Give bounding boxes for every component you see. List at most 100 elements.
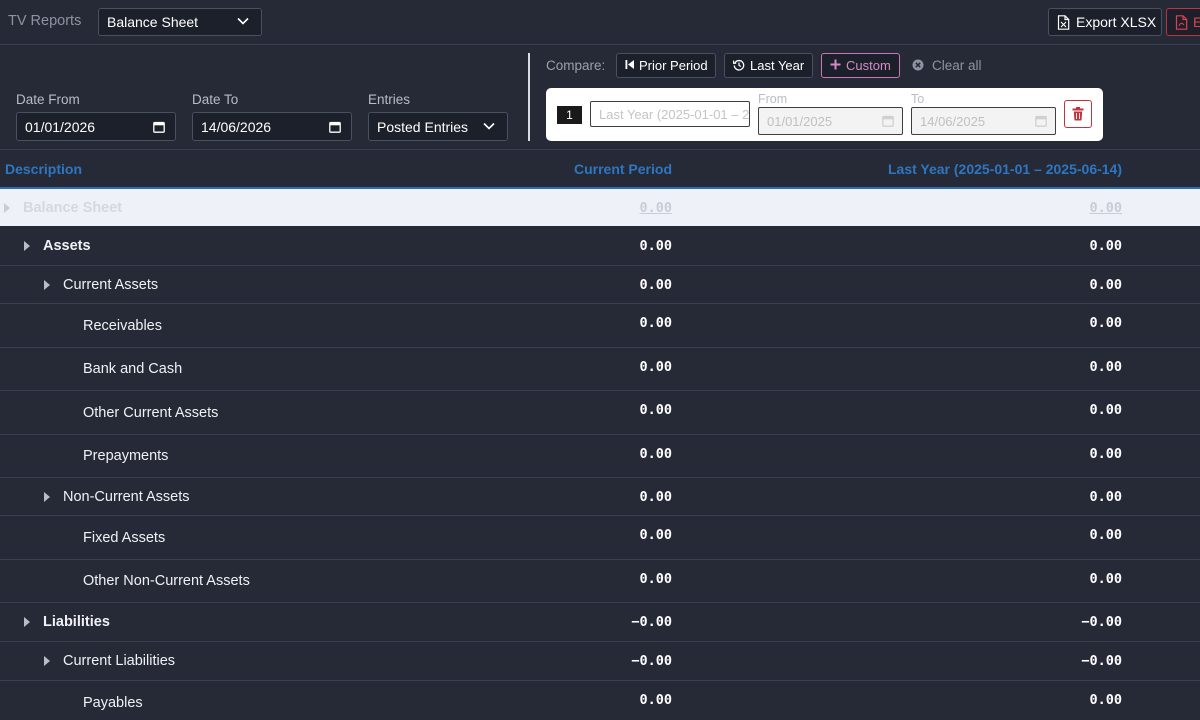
compare-period-value[interactable]: 0.00: [1002, 527, 1122, 543]
current-period-value[interactable]: 0.00: [552, 571, 672, 587]
export-pdf-label: E: [1193, 14, 1200, 30]
table-row[interactable]: Current Liabilities −0.00 −0.00: [0, 642, 1200, 681]
row-label: Prepayments: [83, 448, 169, 464]
table-header: Description Current Period Last Year (20…: [0, 150, 1200, 189]
table-row[interactable]: Prepayments 0.00 0.00: [0, 435, 1200, 478]
last-year-label: Last Year: [750, 58, 805, 73]
compare-period-value[interactable]: −0.00: [1002, 614, 1122, 630]
calendar-icon: [153, 121, 165, 133]
compare-to-label: To: [911, 92, 925, 106]
expand-caret-icon[interactable]: [44, 656, 50, 666]
table-row[interactable]: Payables 0.00 0.00: [0, 681, 1200, 720]
compare-period-value[interactable]: 0.00: [1002, 200, 1122, 216]
trash-icon: [1072, 107, 1084, 121]
row-label: Other Non-Current Assets: [83, 573, 250, 589]
row-label: Fixed Assets: [83, 529, 166, 546]
compare-period-value[interactable]: 0.00: [1002, 571, 1122, 587]
compare-period-value[interactable]: −0.00: [1002, 653, 1122, 669]
compare-from-value: 01/01/2025: [767, 114, 833, 129]
current-period-value[interactable]: 0.00: [552, 359, 672, 375]
table-row[interactable]: Assets 0.00 0.00: [0, 226, 1200, 266]
expand-caret-icon[interactable]: [4, 202, 10, 213]
date-from-value: 01/01/2026: [25, 119, 96, 135]
table-row[interactable]: Other Current Assets 0.00 0.00: [0, 391, 1200, 435]
current-period-value[interactable]: −0.00: [552, 614, 672, 630]
report-select[interactable]: Balance Sheet: [98, 8, 262, 36]
compare-item-index: 1: [557, 106, 582, 124]
table-row[interactable]: Balance Sheet 0.00 0.00: [0, 189, 1200, 226]
current-period-value[interactable]: 0.00: [552, 489, 672, 505]
row-label: Assets: [43, 237, 91, 254]
compare-to-input[interactable]: 14/06/2025: [911, 107, 1056, 135]
compare-period-value[interactable]: 0.00: [1002, 277, 1122, 293]
chevron-down-icon: [237, 17, 249, 25]
date-from-input[interactable]: 01/01/2026: [16, 112, 176, 141]
row-label: Payables: [83, 694, 143, 711]
current-period-value[interactable]: 0.00: [552, 527, 672, 543]
last-year-button[interactable]: Last Year: [724, 53, 813, 78]
current-period-value[interactable]: 0.00: [552, 446, 672, 462]
column-header-description[interactable]: Description: [5, 161, 82, 177]
compare-period-value[interactable]: 0.00: [1002, 402, 1122, 418]
export-xlsx-button[interactable]: Export XLSX: [1048, 8, 1162, 36]
row-label: Current Assets: [63, 276, 159, 293]
expand-caret-icon[interactable]: [44, 491, 50, 502]
current-period-value[interactable]: 0.00: [552, 200, 672, 216]
export-pdf-button[interactable]: E: [1166, 8, 1200, 36]
table-row[interactable]: Current Assets 0.00 0.00: [0, 266, 1200, 304]
column-header-compare-period[interactable]: Last Year (2025-01-01 – 2025-06-14): [772, 161, 1122, 177]
row-label: Non-Current Assets: [63, 488, 190, 505]
custom-compare-button[interactable]: Custom: [821, 53, 900, 78]
entries-select-value: Posted Entries: [377, 119, 469, 135]
prior-period-button[interactable]: Prior Period: [616, 53, 716, 78]
compare-period-value[interactable]: 0.00: [1002, 692, 1122, 708]
compare-name-input[interactable]: Last Year (2025-01-01 – 2025-06-14): [590, 101, 750, 127]
compare-period-value[interactable]: 0.00: [1002, 238, 1122, 254]
table-row[interactable]: Liabilities −0.00 −0.00: [0, 603, 1200, 642]
filter-bar: Date From 01/01/2026 Date To 14/06/2026 …: [0, 45, 1200, 150]
table-row[interactable]: Other Non-Current Assets 0.00 0.00: [0, 560, 1200, 603]
row-label: Other Current Assets: [83, 404, 219, 421]
compare-period-value[interactable]: 0.00: [1002, 489, 1122, 505]
spreadsheet-file-icon: [1057, 15, 1070, 30]
table-row[interactable]: Fixed Assets 0.00 0.00: [0, 516, 1200, 560]
prior-period-label: Prior Period: [639, 58, 708, 73]
current-period-value[interactable]: 0.00: [552, 692, 672, 708]
current-period-value[interactable]: −0.00: [552, 653, 672, 669]
column-header-current-period[interactable]: Current Period: [472, 161, 672, 177]
row-label: Receivables: [83, 317, 162, 334]
clear-all-button[interactable]: Clear all: [912, 58, 982, 73]
report-select-value: Balance Sheet: [107, 14, 199, 30]
current-period-value[interactable]: 0.00: [552, 402, 672, 418]
calendar-icon: [329, 121, 341, 133]
entries-label: Entries: [368, 92, 411, 107]
expand-caret-icon[interactable]: [24, 617, 30, 627]
compare-period-value[interactable]: 0.00: [1002, 359, 1122, 375]
delete-compare-button[interactable]: [1064, 100, 1092, 128]
date-to-input[interactable]: 14/06/2026: [192, 112, 352, 141]
expand-caret-icon[interactable]: [44, 279, 50, 290]
app-title: TV Reports: [8, 13, 82, 29]
current-period-value[interactable]: 0.00: [552, 315, 672, 331]
custom-label: Custom: [846, 58, 891, 73]
table-row[interactable]: Receivables 0.00 0.00: [0, 304, 1200, 348]
compare-period-value[interactable]: 0.00: [1002, 315, 1122, 331]
current-period-value[interactable]: 0.00: [552, 238, 672, 254]
expand-caret-icon[interactable]: [24, 240, 30, 251]
skip-back-icon: [625, 60, 634, 69]
table-row[interactable]: Non-Current Assets 0.00 0.00: [0, 478, 1200, 516]
current-period-value[interactable]: 0.00: [552, 277, 672, 293]
filter-divider: [528, 53, 530, 141]
compare-label: Compare:: [546, 58, 606, 73]
clear-circle-icon: [912, 59, 924, 71]
date-to-label: Date To: [192, 92, 239, 107]
top-bar: TV Reports Balance Sheet Export XLSX E: [0, 0, 1200, 45]
calendar-icon: [882, 115, 894, 127]
compare-from-label: From: [758, 92, 788, 106]
compare-period-value[interactable]: 0.00: [1002, 446, 1122, 462]
entries-select[interactable]: Posted Entries: [368, 112, 508, 141]
compare-from-input[interactable]: 01/01/2025: [758, 107, 903, 135]
row-label: Balance Sheet: [23, 199, 123, 216]
calendar-icon: [1035, 115, 1047, 127]
table-row[interactable]: Bank and Cash 0.00 0.00: [0, 348, 1200, 391]
